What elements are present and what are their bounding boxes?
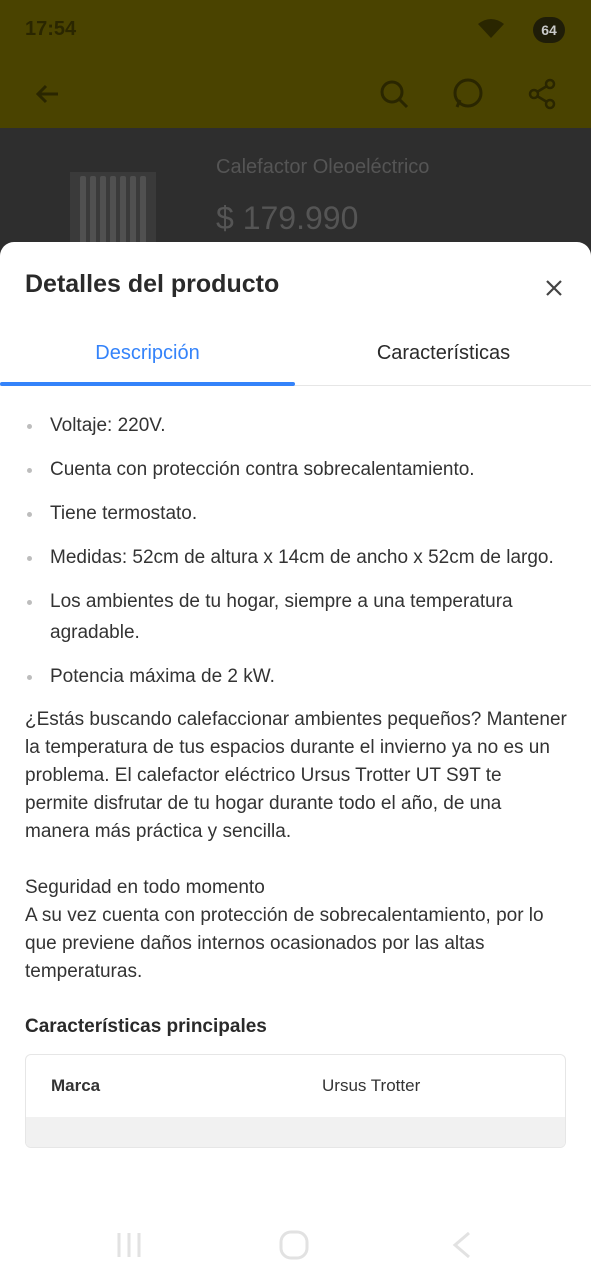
battery-indicator: 64: [533, 17, 565, 43]
spec-key: Marca: [51, 1076, 101, 1095]
share-icon[interactable]: [522, 74, 562, 114]
safety-heading: Seguridad en todo momento: [25, 877, 265, 898]
list-item: Tiene termostato.: [25, 498, 570, 529]
recent-apps-icon[interactable]: [113, 1229, 145, 1261]
home-icon[interactable]: [278, 1229, 310, 1261]
description-content: Voltaje: 220V. Cuenta con protección con…: [25, 410, 570, 1148]
list-item: Medidas: 52cm de altura x 14cm de ancho …: [25, 542, 570, 573]
app-bar: [0, 60, 591, 128]
list-item: Los ambientes de tu hogar, siempre a una…: [25, 586, 570, 648]
safety-paragraph: A su vez cuenta con protección de sobrec…: [25, 905, 544, 982]
table-row: [26, 1117, 565, 1147]
sheet-title: Detalles del producto: [25, 270, 280, 298]
list-item: Potencia máxima de 2 kW.: [25, 661, 570, 692]
product-thumbnail: [70, 172, 156, 252]
tab-bar: Descripción Características: [0, 320, 591, 386]
tab-descripcion[interactable]: Descripción: [0, 320, 295, 386]
close-icon[interactable]: [540, 274, 568, 302]
status-bar: 17:54 64: [0, 0, 591, 60]
tab-caracteristicas[interactable]: Características: [296, 320, 591, 386]
product-title: Calefactor Oleoeléctrico: [216, 156, 430, 178]
back-arrow-icon[interactable]: [28, 74, 68, 114]
description-paragraph: ¿Estás buscando calefaccionar ambientes …: [25, 709, 567, 842]
specs-title: Características principales: [25, 1016, 267, 1037]
list-item: Voltaje: 220V.: [25, 410, 570, 441]
active-tab-indicator: [0, 382, 295, 386]
wifi-icon: [476, 16, 506, 46]
feature-list: Voltaje: 220V. Cuenta con protección con…: [25, 410, 570, 692]
specs-table: Marca Ursus Trotter: [25, 1054, 566, 1148]
status-time: 17:54: [25, 18, 77, 40]
product-price: $ 179.990: [216, 200, 359, 236]
spec-value: Ursus Trotter: [322, 1076, 421, 1095]
search-icon[interactable]: [374, 74, 414, 114]
table-row: Marca Ursus Trotter: [26, 1055, 565, 1117]
back-icon[interactable]: [447, 1229, 479, 1261]
product-details-sheet: Detalles del producto Descripción Caract…: [0, 242, 591, 1207]
whatsapp-icon[interactable]: [448, 74, 488, 114]
list-item: Cuenta con protección contra sobrecalent…: [25, 454, 570, 485]
system-nav-bar: [0, 1207, 591, 1280]
